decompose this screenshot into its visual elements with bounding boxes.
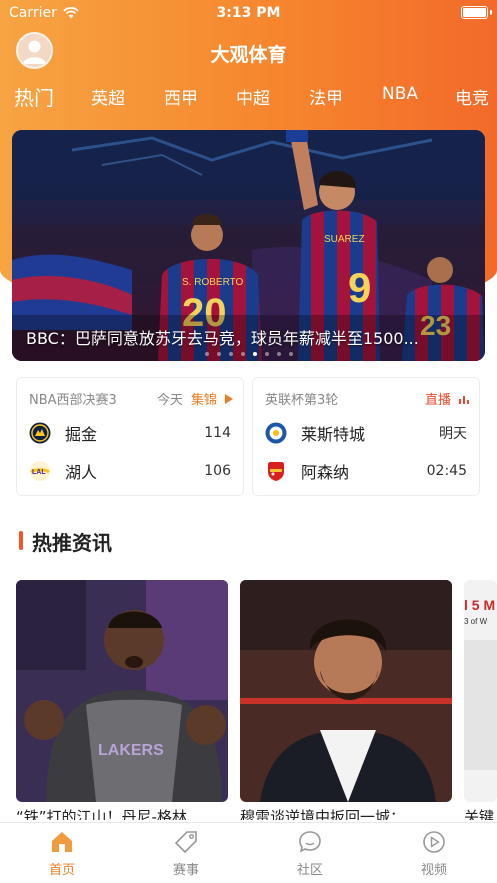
bottom-tab-bar: 首页 赛事 社区 视频 — [0, 822, 497, 883]
match-league: 英联杯第3轮 — [265, 393, 339, 408]
category-tabs: 热门 英超 西甲 中超 法甲 NBA 电竞 — [0, 84, 497, 116]
banner-caption: BBC：巴萨同意放苏牙去马竞，球员年薪减半至1500... — [26, 329, 419, 348]
team-name: 掘金 — [65, 425, 98, 444]
tab-label: 视频 — [420, 863, 447, 878]
news-image-subtext: 3 of W — [464, 617, 488, 626]
team-row: 阿森纳 02:45 — [265, 459, 467, 483]
news-image: LAKERS — [16, 580, 228, 802]
team-row: 莱斯特城 明天 — [265, 421, 467, 445]
match-card-header: 英联杯第3轮 直播 — [265, 389, 469, 408]
team-score: 106 — [204, 463, 231, 479]
match-card-efl[interactable]: 英联杯第3轮 直播 莱斯特城 明天 阿森纳 02:45 — [252, 377, 480, 496]
news-banner[interactable]: S. ROBERTO 20 SUAREZ 9 23 BBC：巴萨同意放苏牙去马竞… — [12, 130, 485, 361]
news-image-text: l 5 M — [464, 597, 495, 613]
team-score: 114 — [204, 425, 231, 441]
tab-label: 社区 — [296, 863, 323, 878]
live-link[interactable]: 直播 — [425, 389, 451, 408]
banner-dot[interactable] — [204, 352, 209, 356]
status-bar: Carrier 3:13 PM — [0, 0, 497, 26]
team-row: LAL 湖人 106 — [29, 459, 231, 483]
banner-dot[interactable] — [276, 352, 281, 356]
team-name: 湖人 — [65, 463, 98, 482]
match-date: 明天 — [439, 426, 467, 442]
tab-community[interactable]: 社区 — [270, 829, 350, 878]
app-title: 大观体育 — [210, 44, 287, 66]
tab-esports[interactable]: 电竞 — [455, 84, 489, 109]
highlights-link[interactable]: 集锦 — [191, 389, 217, 408]
banner-page-indicator[interactable] — [12, 352, 485, 356]
tab-ligue-1[interactable]: 法甲 — [309, 84, 343, 109]
chat-icon — [299, 831, 321, 853]
match-day: 今天 — [156, 393, 183, 408]
team-name: 阿森纳 — [301, 463, 350, 482]
tab-csl[interactable]: 中超 — [236, 84, 270, 109]
lakers-logo-icon: LAL — [30, 461, 50, 481]
match-card-nba[interactable]: NBA西部决赛3 今天 集锦 掘金 114 LAL 湖人 106 — [16, 377, 244, 496]
jersey-number-right: 9 — [348, 264, 371, 311]
match-league: NBA西部决赛3 — [29, 393, 117, 408]
nuggets-logo-icon — [29, 422, 51, 444]
news-title: 穆雷谈逆境中扳回一城：... — [240, 808, 420, 820]
arsenal-logo-icon — [268, 462, 284, 481]
news-title: “铁”打的江山！丹尼-格林... — [16, 808, 202, 820]
status-time: 3:13 PM — [216, 5, 281, 21]
team-name: 莱斯特城 — [301, 425, 366, 444]
news-card[interactable]: 穆雷谈逆境中扳回一城：... — [240, 580, 452, 820]
team-row: 掘金 114 — [29, 421, 231, 445]
banner-dot[interactable] — [228, 352, 233, 356]
news-image: l 5 M 3 of W — [464, 580, 497, 802]
tab-nba[interactable]: NBA — [382, 84, 418, 104]
tag-icon — [174, 831, 197, 854]
match-card-header: NBA西部决赛3 今天 集锦 — [29, 389, 233, 408]
home-icon — [52, 832, 72, 852]
banner-dot[interactable] — [240, 352, 245, 356]
match-time: 02:45 — [426, 463, 467, 479]
leicester-logo-icon — [265, 422, 287, 444]
battery-tip — [490, 10, 492, 15]
tab-la-liga[interactable]: 西甲 — [164, 84, 198, 109]
svg-text:LAKERS: LAKERS — [98, 742, 164, 759]
news-title: 关键 — [464, 808, 495, 820]
section-marker — [19, 531, 23, 550]
tab-video[interactable]: 视频 — [394, 829, 474, 878]
section-title: 热推资讯 — [32, 531, 112, 555]
battery-icon — [461, 6, 488, 19]
play-triangle-icon — [225, 393, 233, 404]
tab-label: 赛事 — [172, 863, 199, 878]
banner-dot[interactable] — [252, 352, 257, 356]
tab-premier-league[interactable]: 英超 — [91, 84, 125, 109]
jersey-name-right: SUAREZ — [324, 234, 365, 245]
tab-home[interactable]: 首页 — [22, 829, 102, 878]
news-image — [240, 580, 452, 802]
jersey-name-left: S. ROBERTO — [182, 277, 244, 288]
tab-events[interactable]: 赛事 — [146, 829, 226, 878]
banner-dot[interactable] — [216, 352, 221, 356]
tab-hot[interactable]: 热门 — [14, 82, 54, 111]
live-bars-icon — [459, 395, 469, 404]
news-card[interactable]: l 5 M 3 of W 关键 — [464, 580, 497, 820]
svg-text:LAL: LAL — [32, 469, 46, 476]
banner-dot[interactable] — [288, 352, 293, 356]
banner-dot[interactable] — [264, 352, 269, 356]
news-card[interactable]: LAKERS “铁”打的江山！丹尼-格林... — [16, 580, 228, 820]
tab-label: 首页 — [48, 863, 75, 878]
play-icon — [423, 831, 445, 853]
